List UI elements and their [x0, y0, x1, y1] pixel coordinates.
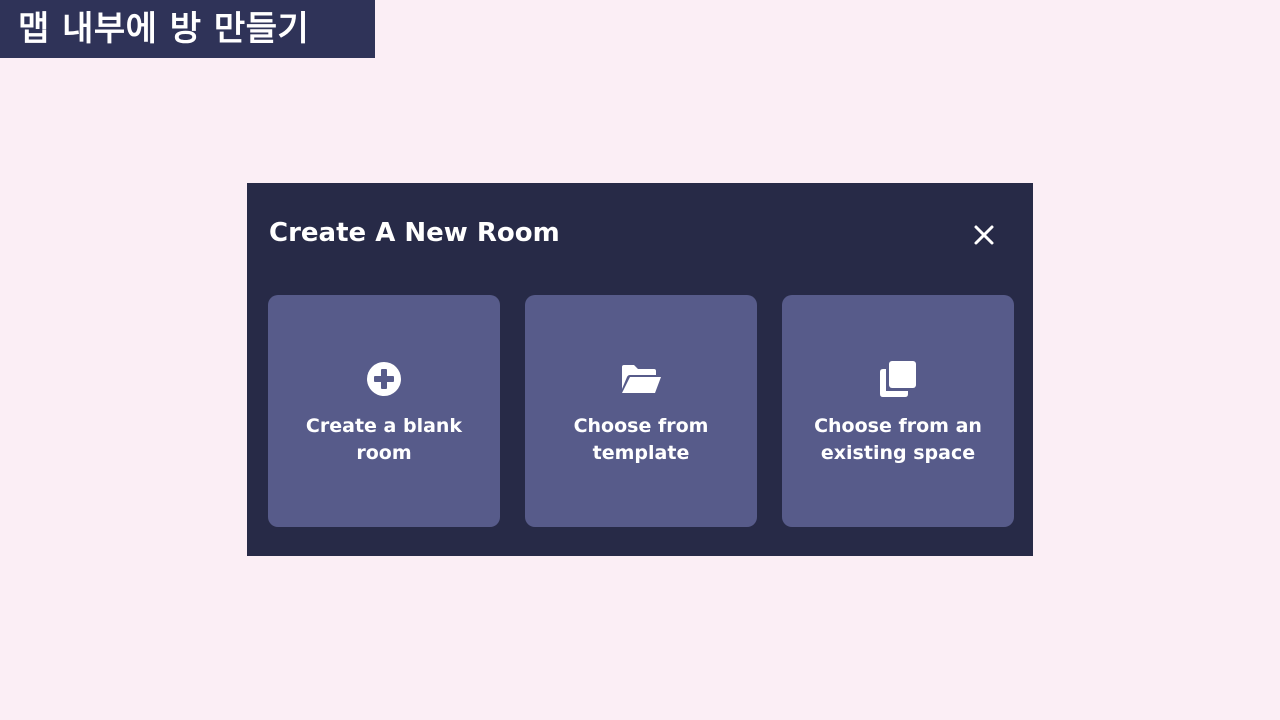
dialog-title: Create A New Room	[269, 218, 560, 248]
plus-circle-icon	[362, 359, 406, 399]
option-label: Choose from an existing space	[814, 415, 982, 464]
korean-title-banner: 맵 내부에 방 만들기	[0, 0, 375, 58]
page: 맵 내부에 방 만들기 Create A New Room Create a b…	[0, 0, 1280, 720]
choose-existing-space-option[interactable]: Choose from an existing space	[782, 295, 1014, 527]
option-label: Choose from template	[573, 415, 709, 464]
copy-icon	[876, 359, 920, 399]
choose-template-option[interactable]: Choose from template	[525, 295, 757, 527]
folder-open-icon	[619, 359, 663, 399]
option-label: Create a blank room	[305, 415, 463, 464]
close-icon	[974, 225, 994, 245]
create-room-dialog: Create A New Room Create a blank room Ch…	[247, 183, 1033, 556]
close-button[interactable]	[966, 217, 1002, 253]
create-blank-room-option[interactable]: Create a blank room	[268, 295, 500, 527]
